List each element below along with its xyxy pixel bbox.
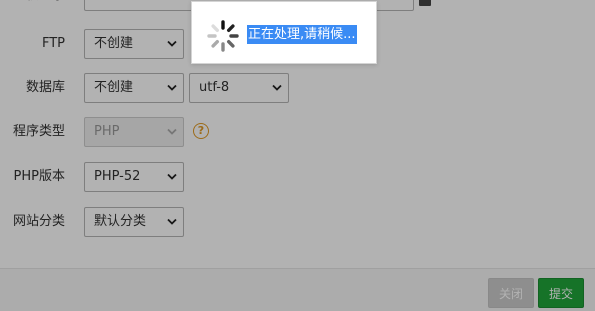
- loading-text: 正在处理,请稍候...: [247, 25, 357, 44]
- spinner-icon: [207, 20, 239, 52]
- loading-box: 正在处理,请稍候...: [191, 1, 377, 64]
